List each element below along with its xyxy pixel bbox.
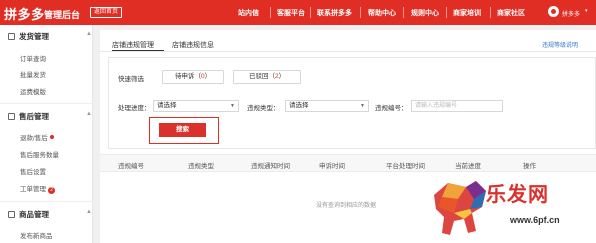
column-header: 平台处理时间	[386, 163, 425, 170]
column-header: 违规编号	[118, 163, 144, 170]
column-header: 申诉时间	[319, 163, 345, 170]
empty-table-message: 没有查询到相应的数据	[316, 203, 377, 209]
nav-divider	[403, 7, 404, 18]
nav-contact[interactable]: 联系拼多多	[317, 8, 352, 18]
sidebar-item-order-query[interactable]: 订单查询	[20, 53, 46, 63]
nav-divider	[446, 7, 447, 18]
sidebar-group-products[interactable]: 商品管理 ▲	[8, 209, 92, 220]
nav-customer-service[interactable]: 客服平台	[277, 8, 305, 18]
column-header: 操作	[523, 163, 536, 170]
violation-type-label: 违规类型：	[247, 105, 280, 112]
table-header: 违规编号 违规类型 违规通知时间 申诉时间 平台处理时间 当前进度 操作	[100, 154, 596, 172]
chevron-up-icon: ▲	[86, 209, 92, 215]
column-header: 当前进度	[455, 163, 481, 170]
nav-divider	[490, 7, 491, 18]
product-icon	[8, 211, 15, 218]
sidebar-item-work-orders[interactable]: 工单管理 2	[20, 183, 55, 194]
notification-dot	[49, 135, 54, 139]
violation-id-input[interactable]	[411, 100, 503, 112]
dropdown-arrow-icon: ▼	[360, 103, 365, 109]
avatar[interactable]	[548, 6, 559, 17]
user-name[interactable]: 拼多多	[562, 9, 580, 18]
nav-divider	[360, 7, 361, 18]
nav-merchant-community[interactable]: 商家社区	[497, 8, 525, 18]
sidebar: 发货管理 ▲ 订单查询 批量发货 运费模版 售后管理 ▲ 退款/售后 售后服务数…	[0, 25, 93, 243]
sidebar-item-publish-product[interactable]: 发布新商品	[20, 230, 53, 240]
sidebar-item-refunds[interactable]: 退款/售后	[20, 132, 54, 142]
top-bar: 拼多多 管理后台 返回首页 站内信 客服平台 联系拼多多 帮助中心 规则中心 商…	[0, 0, 596, 25]
nav-help-center[interactable]: 帮助中心	[368, 8, 396, 18]
rejected-button[interactable]: 已驳回（2）	[233, 70, 301, 84]
quick-filter-label: 快速筛选	[118, 76, 144, 83]
column-header: 违规类型	[188, 163, 214, 170]
chevron-down-icon[interactable]: ▾	[585, 8, 588, 14]
filter-panel: 快速筛选 待申诉（0） 已驳回（2） 处理进度： 请选择 ▼ 违规类型： 请选择…	[108, 57, 596, 149]
search-button[interactable]: 搜索	[159, 123, 206, 137]
sidebar-item-freight-template[interactable]: 运费模版	[20, 86, 46, 96]
sidebar-item-after-sales-count[interactable]: 售后服务数量	[20, 149, 59, 159]
violation-type-select[interactable]: 请选择 ▼	[285, 100, 369, 112]
dropdown-arrow-icon: ▼	[230, 103, 235, 109]
brand-logo[interactable]: 拼多多	[4, 4, 45, 23]
nav-messages[interactable]: 站内信	[238, 8, 259, 18]
work-order-badge: 2	[48, 187, 55, 194]
rules-link[interactable]: 违规等级说明	[542, 40, 578, 49]
chevron-up-icon: ▲	[86, 31, 92, 37]
nav-rules-center[interactable]: 规则中心	[411, 8, 439, 18]
progress-label: 处理进度：	[118, 105, 151, 112]
violation-id-label: 违规编号：	[375, 105, 408, 112]
sidebar-group-after-sales[interactable]: 售后管理 ▲	[8, 111, 92, 122]
column-header: 违规通知时间	[251, 163, 290, 170]
sidebar-item-batch-shipping[interactable]: 批量发货	[20, 69, 46, 79]
nav-divider	[270, 7, 271, 18]
after-sales-icon	[8, 113, 15, 120]
brand-subtitle: 管理后台	[44, 10, 81, 20]
tab-violation-info[interactable]: 店铺违规信息	[172, 40, 214, 50]
chevron-up-icon: ▲	[86, 111, 92, 117]
shipping-icon	[8, 33, 15, 40]
sidebar-group-shipping[interactable]: 发货管理 ▲	[8, 31, 92, 42]
sidebar-divider	[0, 201, 93, 202]
nav-merchant-training[interactable]: 商家培训	[453, 8, 481, 18]
pending-appeal-button[interactable]: 待申诉（0）	[162, 70, 224, 84]
sidebar-divider	[0, 103, 93, 104]
home-button[interactable]: 返回首页	[90, 7, 123, 18]
tab-divider	[100, 51, 596, 52]
watermark-url: www.6pf.cn	[510, 215, 560, 225]
tab-violation-management[interactable]: 店铺违规管理	[112, 40, 154, 50]
watermark-text: 乐发网	[486, 182, 549, 206]
nav-divider	[310, 7, 311, 18]
progress-select[interactable]: 请选择 ▼	[153, 100, 239, 112]
sidebar-item-after-sales-settings[interactable]: 售后设置	[20, 166, 46, 176]
